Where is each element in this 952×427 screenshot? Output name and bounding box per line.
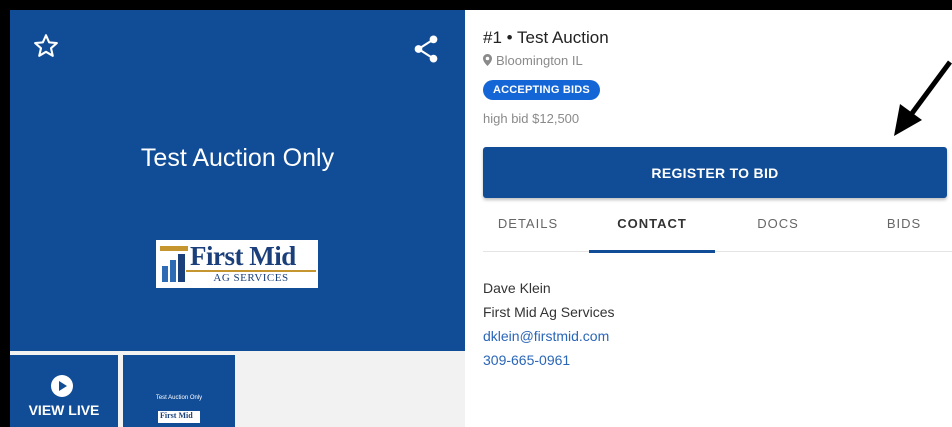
lot-title: #1 • Test Auction: [483, 28, 609, 47]
register-to-bid-button[interactable]: REGISTER TO BID: [483, 147, 947, 198]
view-live-thumb[interactable]: VIEW LIVE: [10, 355, 118, 427]
hero-title: Test Auction Only: [140, 144, 335, 172]
status-badge: ACCEPTING BIDS: [483, 80, 600, 100]
logo-subtitle: AG SERVICES: [213, 272, 289, 284]
contact-name: Dave Klein: [483, 280, 551, 296]
tab-bids[interactable]: BIDS: [859, 206, 949, 252]
tab-details[interactable]: DETAILS: [483, 206, 573, 252]
annotation-arrow-icon: [894, 60, 952, 136]
view-live-label: VIEW LIVE: [28, 402, 100, 418]
hero-image[interactable]: Test Auction Only First Mid AG SERVICES: [10, 10, 465, 351]
first-mid-logo: First Mid AG SERVICES: [156, 240, 318, 288]
image-thumb[interactable]: Test Auction Only First Mid: [123, 355, 235, 427]
thumb-title: Test Auction Only: [155, 395, 203, 401]
contact-info: Dave Klein First Mid Ag Services dklein@…: [483, 276, 614, 372]
lot-detail-panel: #1 • Test Auction Bloomington IL ACCEPTI…: [465, 10, 952, 427]
thumb-logo: First Mid: [158, 411, 200, 423]
contact-company: First Mid Ag Services: [483, 304, 615, 320]
logo-name: First Mid: [190, 241, 296, 271]
tab-contact[interactable]: CONTACT: [589, 206, 715, 253]
contact-email-link[interactable]: dklein@firstmid.com: [483, 324, 614, 348]
contact-phone-link[interactable]: 309-665-0961: [483, 348, 614, 372]
share-icon[interactable]: [413, 34, 439, 64]
location-text: Bloomington IL: [496, 53, 583, 68]
thumb-logo-text: First Mid: [160, 411, 193, 420]
media-panel: Test Auction Only First Mid AG SERVICES …: [10, 10, 465, 427]
logo-bars-icon: [160, 246, 188, 282]
play-icon: [51, 375, 73, 397]
location: Bloomington IL: [483, 53, 583, 68]
thumbnail-strip: VIEW LIVE Test Auction Only First Mid: [10, 351, 465, 427]
tab-docs[interactable]: DOCS: [733, 206, 823, 252]
screenshot-frame: Test Auction Only First Mid AG SERVICES …: [0, 0, 952, 427]
high-bid: high bid $12,500: [483, 111, 580, 126]
location-pin-icon: [483, 54, 492, 66]
star-icon[interactable]: [32, 32, 60, 60]
lot-tabs: DETAILS CONTACT DOCS BIDS: [483, 206, 952, 253]
